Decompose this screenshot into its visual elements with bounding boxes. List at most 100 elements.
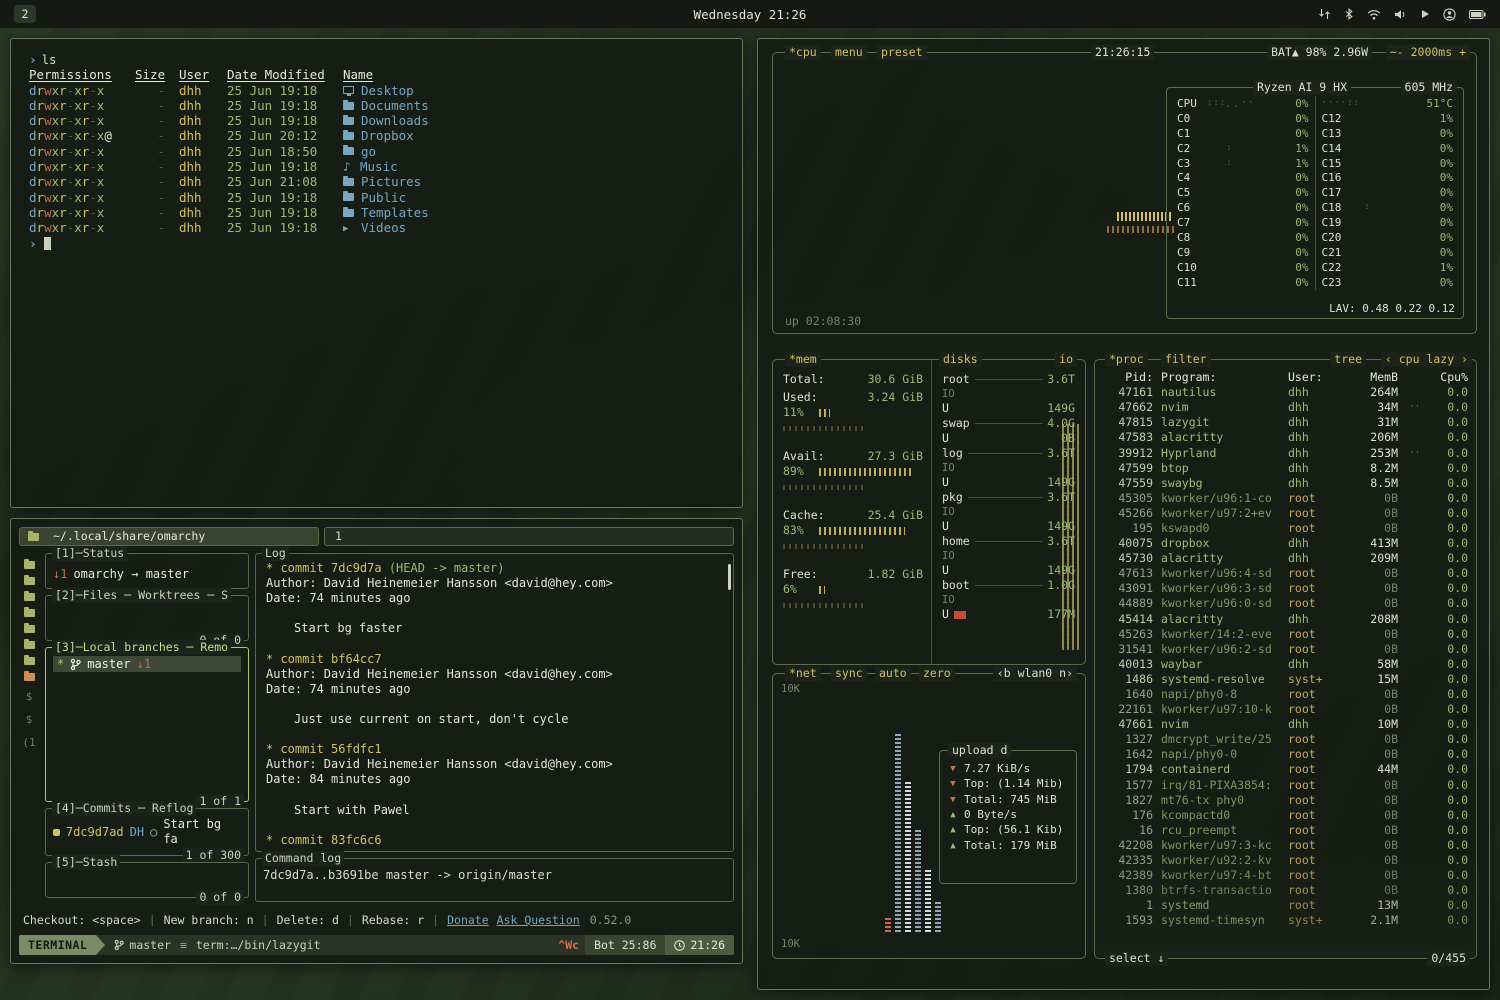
help-item[interactable]: New branch: n <box>164 913 254 928</box>
file-name[interactable]: Videos <box>329 219 406 237</box>
sync-icon[interactable] <box>1318 8 1331 20</box>
btop-tab-tree[interactable]: tree <box>1330 352 1366 367</box>
file-name[interactable]: Downloads <box>329 113 429 128</box>
proc-row[interactable]: 1794containerdroot44M0.0 <box>1095 762 1476 777</box>
account-icon[interactable] <box>1443 8 1456 21</box>
branches-panel[interactable]: [3]─Local branches ─ Remo * master ↓1 1 … <box>45 647 249 802</box>
btop-tab-filter[interactable]: filter <box>1161 352 1211 367</box>
proc-row[interactable]: 1827mt76-tx phy0root0B0.0 <box>1095 793 1476 808</box>
core-box: Ryzen AI 9 HX 605 MHz CPU :::⡀⡀·· 0% ···… <box>1166 87 1464 319</box>
proc-row[interactable]: 1640napi/phy0-8root0B0.0 <box>1095 687 1476 702</box>
proc-program: kworker/u97:2+ev <box>1161 506 1288 521</box>
help-item[interactable]: Rebase: r <box>362 913 424 928</box>
update-interval[interactable]: ~- 2000ms + <box>1386 45 1470 60</box>
file-name[interactable]: Music <box>329 159 398 174</box>
proc-row[interactable]: 1327dmcrypt_write/25root0B0.0 <box>1095 732 1476 747</box>
proc-row[interactable]: 176kcompactd0root0B0.0 <box>1095 808 1476 823</box>
proc-row[interactable]: 43091kworker/u96:3-sdroot0B0.0 <box>1095 581 1476 596</box>
btop-tab-proc[interactable]: *proc <box>1105 352 1148 367</box>
proc-row[interactable]: 47161nautilusdhh264M0.0 <box>1095 385 1476 400</box>
scrollbar-thumb[interactable] <box>728 564 731 590</box>
playback-icon[interactable] <box>1420 9 1430 19</box>
network-interface[interactable]: ‹b wlan0 n› <box>993 666 1077 681</box>
lazygit-window[interactable]: ~/.local/share/omarchy 1 $$(1 [1]─Status… <box>10 518 743 964</box>
proc-row[interactable]: 45263kworker/14:2-everoot0B0.0 <box>1095 627 1476 642</box>
btop-tab-auto[interactable]: auto <box>875 666 911 681</box>
proc-row[interactable]: 45730alacrittydhh209M0.0 <box>1095 551 1476 566</box>
btop-tab-zero[interactable]: zero <box>919 666 955 681</box>
btop-window[interactable]: *cpu menu preset 21:26:15 BAT▲ 98% 2.96W… <box>757 38 1490 990</box>
file-name[interactable]: go <box>329 144 376 159</box>
btop-tab-sync[interactable]: sync <box>831 666 867 681</box>
proc-row[interactable]: 1486systemd-resolvesyst+15M0.0 <box>1095 672 1476 687</box>
wifi-icon[interactable] <box>1367 9 1381 20</box>
log-panel[interactable]: Log * commit 7dc9d7a (HEAD -> master)Aut… <box>255 553 734 852</box>
proc-row[interactable]: 31541kworker/u96:2-sdroot0B0.0 <box>1095 642 1476 657</box>
bluetooth-icon[interactable] <box>1344 8 1354 20</box>
btop-tab-cpu[interactable]: *cpu <box>785 45 821 60</box>
proc-row[interactable]: 47559swaybgdhh8.5M0.0 <box>1095 476 1476 491</box>
commits-panel[interactable]: [4]─Commits ─ Reflog 7dc9d7ad DH ○ Start… <box>45 808 249 856</box>
stash-panel[interactable]: [5]─Stash 0 of 0 <box>45 862 249 898</box>
proc-row[interactable]: 1380btrfs-transactioroot0B0.0 <box>1095 883 1476 898</box>
help-link[interactable]: Donate <box>447 913 489 928</box>
proc-row[interactable]: 45414alacrittydhh208M0.0 <box>1095 612 1476 627</box>
help-link[interactable]: Ask Question <box>497 913 580 928</box>
proc-row[interactable]: 45266kworker/u97:2+evroot0B0.0 <box>1095 506 1476 521</box>
tab-indicator[interactable]: 1 <box>324 527 734 546</box>
proc-row[interactable]: 16rcu_preemptroot0B0.0 <box>1095 823 1476 838</box>
file-name[interactable]: Documents <box>329 98 429 113</box>
proc-row[interactable]: 47661nvimdhh10M0.0 <box>1095 717 1476 732</box>
proc-row[interactable]: 22161kworker/u97:10-kroot0B0.0 <box>1095 702 1476 717</box>
battery-icon[interactable] <box>1469 10 1486 19</box>
file-user: dhh <box>165 220 217 235</box>
help-item[interactable]: Checkout: <space> <box>23 913 141 928</box>
btop-tab-preset[interactable]: preset <box>877 45 927 60</box>
files-panel[interactable]: [2]─Files ─ Worktrees ─ S 0 of 0 <box>45 595 249 641</box>
proc-user: dhh <box>1288 461 1344 476</box>
proc-row[interactable]: 1577irq/81-PIXA3854:root0B0.0 <box>1095 778 1476 793</box>
proc-row[interactable]: 47662nvimdhh34M··0.0 <box>1095 400 1476 415</box>
proc-row[interactable]: 195kswapd0root0B0.0 <box>1095 521 1476 536</box>
proc-row[interactable]: 1593systemd-timesynsyst+2.1M0.0 <box>1095 913 1476 928</box>
proc-row[interactable]: 44889kworker/u96:0-sdroot0B0.0 <box>1095 596 1476 611</box>
log-date: Date: 84 minutes ago <box>266 772 723 787</box>
proc-row[interactable]: 47613kworker/u96:4-sdroot0B0.0 <box>1095 566 1476 581</box>
proc-row[interactable]: 42208kworker/u97:3-kcroot0B0.0 <box>1095 838 1476 853</box>
commit-row[interactable]: 7dc9d7ad DH ○ Start bg fa <box>53 817 241 847</box>
core-row: C2 :1%C140% <box>1171 141 1459 156</box>
file-name[interactable]: Desktop <box>329 83 414 98</box>
file-name[interactable]: Pictures <box>329 174 421 189</box>
core-name: C19 <box>1322 215 1352 230</box>
proc-row[interactable]: 40075dropboxdhh413M0.0 <box>1095 536 1476 551</box>
btop-tab-net[interactable]: *net <box>785 666 821 681</box>
status-panel[interactable]: [1]─Status ↓1 omarchy → master <box>45 553 249 589</box>
proc-row[interactable]: 47583alacrittydhh206M0.0 <box>1095 430 1476 445</box>
proc-sort-selector[interactable]: ‹ cpu lazy › <box>1381 352 1472 367</box>
proc-footer-select[interactable]: select ↓ <box>1105 951 1168 966</box>
file-name[interactable]: Dropbox <box>329 128 414 143</box>
branch-row[interactable]: * master ↓1 <box>53 656 241 672</box>
help-item[interactable]: Delete: d <box>277 913 339 928</box>
proc-row[interactable]: 1642napi/phy0-0root0B0.0 <box>1095 747 1476 762</box>
prompt-line[interactable]: › <box>29 236 724 251</box>
proc-row[interactable]: 45305kworker/u96:1-coroot0B0.0 <box>1095 491 1476 506</box>
proc-row[interactable]: 47599btopdhh8.2M0.0 <box>1095 461 1476 476</box>
proc-row[interactable]: 42389kworker/u97:4-btroot0B0.0 <box>1095 868 1476 883</box>
menu-lines-icon <box>180 938 187 953</box>
proc-row[interactable]: 47815lazygitdhh31M0.0 <box>1095 415 1476 430</box>
disk-io-label: IO <box>942 387 1075 401</box>
file-name[interactable]: Public <box>329 190 406 205</box>
proc-row[interactable]: 40013waybardhh58M0.0 <box>1095 657 1476 672</box>
terminal-cursor[interactable] <box>44 237 51 250</box>
terminal-window-ls[interactable]: › ls Permissions Size User Date Modified… <box>10 38 743 508</box>
proc-row[interactable]: 39912Hyprlanddhh253M··0.0 <box>1095 445 1476 460</box>
command-log-panel[interactable]: Command log 7dc9d7a..b3691be master -> o… <box>255 858 734 902</box>
repo-path[interactable]: ~/.local/share/omarchy <box>19 527 319 546</box>
net-stats-title[interactable]: upload d <box>948 743 1011 758</box>
btop-tab-menu[interactable]: menu <box>831 45 867 60</box>
mode-indicator[interactable]: TERMINAL <box>19 935 96 955</box>
proc-row[interactable]: 42335kworker/u92:2-kvroot0B0.0 <box>1095 853 1476 868</box>
volume-icon[interactable] <box>1394 9 1407 20</box>
proc-row[interactable]: 1systemdroot13M0.0 <box>1095 898 1476 913</box>
